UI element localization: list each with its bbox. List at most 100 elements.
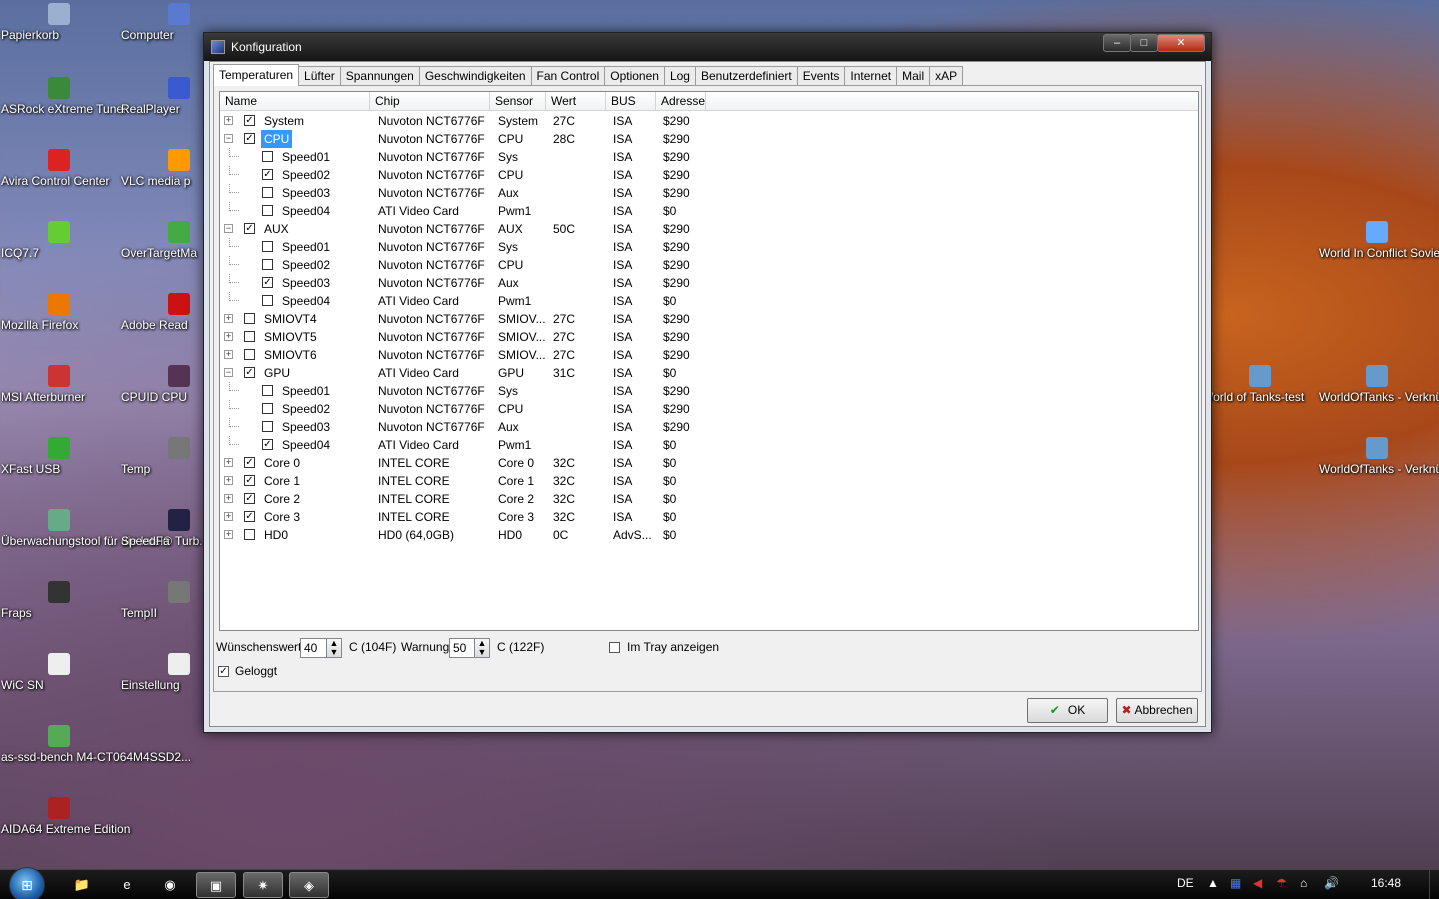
tab-l-fter[interactable]: Lüfter: [298, 66, 341, 86]
tree-row[interactable]: Speed02 Nuvoton NCT6776F CPU ISA $290: [220, 400, 720, 418]
desktop-icon[interactable]: Mozilla Firefox: [1, 293, 117, 332]
tab-benutzerdefiniert[interactable]: Benutzerdefiniert: [694, 66, 798, 86]
column-header-wert[interactable]: Wert: [546, 92, 606, 111]
tab-optionen[interactable]: Optionen: [604, 66, 665, 86]
row-checkbox[interactable]: [262, 421, 273, 432]
row-checkbox[interactable]: [262, 403, 273, 414]
row-checkbox[interactable]: ✓: [244, 367, 255, 378]
row-checkbox[interactable]: [262, 295, 273, 306]
tree-row[interactable]: Speed02 Nuvoton NCT6776F CPU ISA $290: [220, 256, 720, 274]
sensor-tree-list[interactable]: Name Chip Sensor Wert BUS Adresse + ✓ System Nuv…: [219, 91, 1199, 631]
ok-button[interactable]: ✔ OK: [1027, 698, 1108, 723]
row-checkbox[interactable]: [244, 529, 255, 540]
desktop-icon[interactable]: Fraps: [1, 581, 117, 620]
row-checkbox[interactable]: [244, 349, 255, 360]
speedfan-task-icon[interactable]: ✷: [243, 872, 283, 898]
desktop-icon[interactable]: ICQ7.7: [1, 221, 117, 260]
tree-row[interactable]: − ✓ AUX Nuvoton NCT6776F AUX 50C ISA $290: [220, 220, 720, 238]
geloggt-checkbox[interactable]: ✓: [218, 666, 229, 677]
column-header-chip[interactable]: Chip: [370, 92, 490, 111]
clock[interactable]: 16:48: [1371, 876, 1401, 890]
explorer-task-icon[interactable]: 📁: [62, 872, 102, 898]
maximize-button[interactable]: □: [1130, 34, 1158, 52]
desktop-icon[interactable]: Avira Control Center: [1, 149, 117, 188]
tree-row[interactable]: Speed01 Nuvoton NCT6776F Sys ISA $290: [220, 382, 720, 400]
tree-row[interactable]: + ✓ Core 2 INTEL CORE Core 2 32C ISA $0: [220, 490, 720, 508]
expand-icon[interactable]: +: [224, 350, 233, 359]
expand-icon[interactable]: +: [224, 530, 233, 539]
tab-mail[interactable]: Mail: [896, 66, 931, 86]
desktop-icon[interactable]: Papierkorb: [1, 3, 117, 42]
tree-row[interactable]: + SMIOVT5 Nuvoton NCT6776F SMIOV... 27C ISA $2…: [220, 328, 720, 346]
desktop-icon[interactable]: AIDA64 Extreme Edition: [1, 797, 130, 836]
expand-icon[interactable]: +: [224, 332, 233, 341]
desktop-icon[interactable]: Überwachungstool für die Intel® Turb...: [1, 509, 209, 548]
wunschwert-spin-button[interactable]: ▲ ▼: [326, 638, 342, 658]
tab-geschwindigkeiten[interactable]: Geschwindigkeiten: [418, 66, 532, 86]
show-hidden-icons-icon[interactable]: ▲: [1207, 876, 1219, 890]
column-header-adresse[interactable]: Adresse: [656, 92, 706, 111]
monitor-task-icon[interactable]: ▣: [196, 872, 236, 898]
tree-row[interactable]: + ✓ Core 1 INTEL CORE Core 1 32C ISA $0: [220, 472, 720, 490]
minimize-button[interactable]: –: [1103, 34, 1131, 52]
tab-temperaturen[interactable]: Temperaturen: [213, 64, 300, 86]
speaker-tool-icon[interactable]: ◀: [1253, 876, 1262, 890]
row-checkbox[interactable]: ✓: [244, 493, 255, 504]
row-checkbox[interactable]: ✓: [262, 277, 273, 288]
tab-spannungen[interactable]: Spannungen: [339, 66, 420, 86]
row-checkbox[interactable]: [262, 259, 273, 270]
tree-row[interactable]: Speed03 Nuvoton NCT6776F Aux ISA $290: [220, 418, 720, 436]
row-checkbox[interactable]: ✓: [244, 475, 255, 486]
desktop-icon[interactable]: World of Tanks-test: [1202, 365, 1318, 404]
tray-checkbox[interactable]: [609, 642, 620, 653]
row-checkbox[interactable]: [262, 205, 273, 216]
row-checkbox[interactable]: [244, 313, 255, 324]
column-header-name[interactable]: Name: [220, 92, 370, 111]
tree-row[interactable]: + ✓ System Nuvoton NCT6776F System 27C ISA $290: [220, 112, 720, 130]
desktop-icon[interactable]: WorldOfTanks - Verknüpfung (2): [1319, 437, 1439, 476]
title-bar[interactable]: Konfiguration – □ ✕: [204, 33, 1211, 61]
network-icon[interactable]: ⌂: [1300, 876, 1307, 890]
tree-row[interactable]: − ✓ GPU ATI Video Card GPU 31C ISA $0: [220, 364, 720, 382]
column-header-bus[interactable]: BUS: [606, 92, 656, 111]
tree-row[interactable]: Speed03 Nuvoton NCT6776F Aux ISA $290: [220, 184, 720, 202]
language-indicator[interactable]: DE: [1177, 876, 1194, 890]
row-checkbox[interactable]: [262, 385, 273, 396]
row-checkbox[interactable]: ✓: [244, 457, 255, 468]
row-checkbox[interactable]: [262, 187, 273, 198]
app-task-icon[interactable]: ◈: [289, 872, 329, 898]
row-checkbox[interactable]: ✓: [262, 439, 273, 450]
close-button[interactable]: ✕: [1157, 34, 1205, 52]
tab-internet[interactable]: Internet: [844, 66, 898, 86]
tab-log[interactable]: Log: [663, 66, 696, 86]
expand-icon[interactable]: +: [224, 314, 233, 323]
tree-row[interactable]: ✓ Speed02 Nuvoton NCT6776F CPU ISA $290: [220, 166, 720, 184]
tree-row[interactable]: + SMIOVT4 Nuvoton NCT6776F SMIOV... 27C ISA $2…: [220, 310, 720, 328]
row-checkbox[interactable]: [262, 241, 273, 252]
cancel-button[interactable]: ✖ Abbrechen: [1116, 698, 1198, 723]
row-checkbox[interactable]: [262, 151, 273, 162]
start-button[interactable]: ⊞: [9, 867, 45, 899]
row-checkbox[interactable]: [244, 331, 255, 342]
row-checkbox[interactable]: ✓: [244, 133, 255, 144]
avira-icon[interactable]: ☂: [1276, 876, 1287, 890]
expand-icon[interactable]: +: [224, 494, 233, 503]
show-desktop-button[interactable]: [1429, 870, 1439, 899]
desktop-icon[interactable]: MSI Afterburner: [1, 365, 117, 404]
row-checkbox[interactable]: ✓: [244, 511, 255, 522]
collapse-icon[interactable]: −: [224, 224, 233, 233]
desktop-icon[interactable]: WorldOfTanks - Verknüpfung: [1319, 365, 1439, 404]
tree-row[interactable]: + ✓ Core 0 INTEL CORE Core 0 32C ISA $0: [220, 454, 720, 472]
tab-fan-control[interactable]: Fan Control: [530, 66, 606, 86]
tree-row[interactable]: Speed04 ATI Video Card Pwm1 ISA $0: [220, 292, 720, 310]
tree-row[interactable]: Speed01 Nuvoton NCT6776F Sys ISA $290: [220, 148, 720, 166]
tab-events[interactable]: Events: [796, 66, 846, 86]
expand-icon[interactable]: +: [224, 476, 233, 485]
desktop-icon[interactable]: as-ssd-bench M4-CT064M4SSD2...: [1, 725, 191, 764]
network-app-icon[interactable]: ▦: [1230, 876, 1241, 890]
desktop-icon[interactable]: World In Conflict Soviet Assault: [1319, 221, 1439, 260]
firefox-task-icon[interactable]: ◉: [150, 872, 190, 898]
tree-row[interactable]: Speed04 ATI Video Card Pwm1 ISA $0: [220, 202, 720, 220]
collapse-icon[interactable]: −: [224, 134, 233, 143]
expand-icon[interactable]: +: [224, 512, 233, 521]
